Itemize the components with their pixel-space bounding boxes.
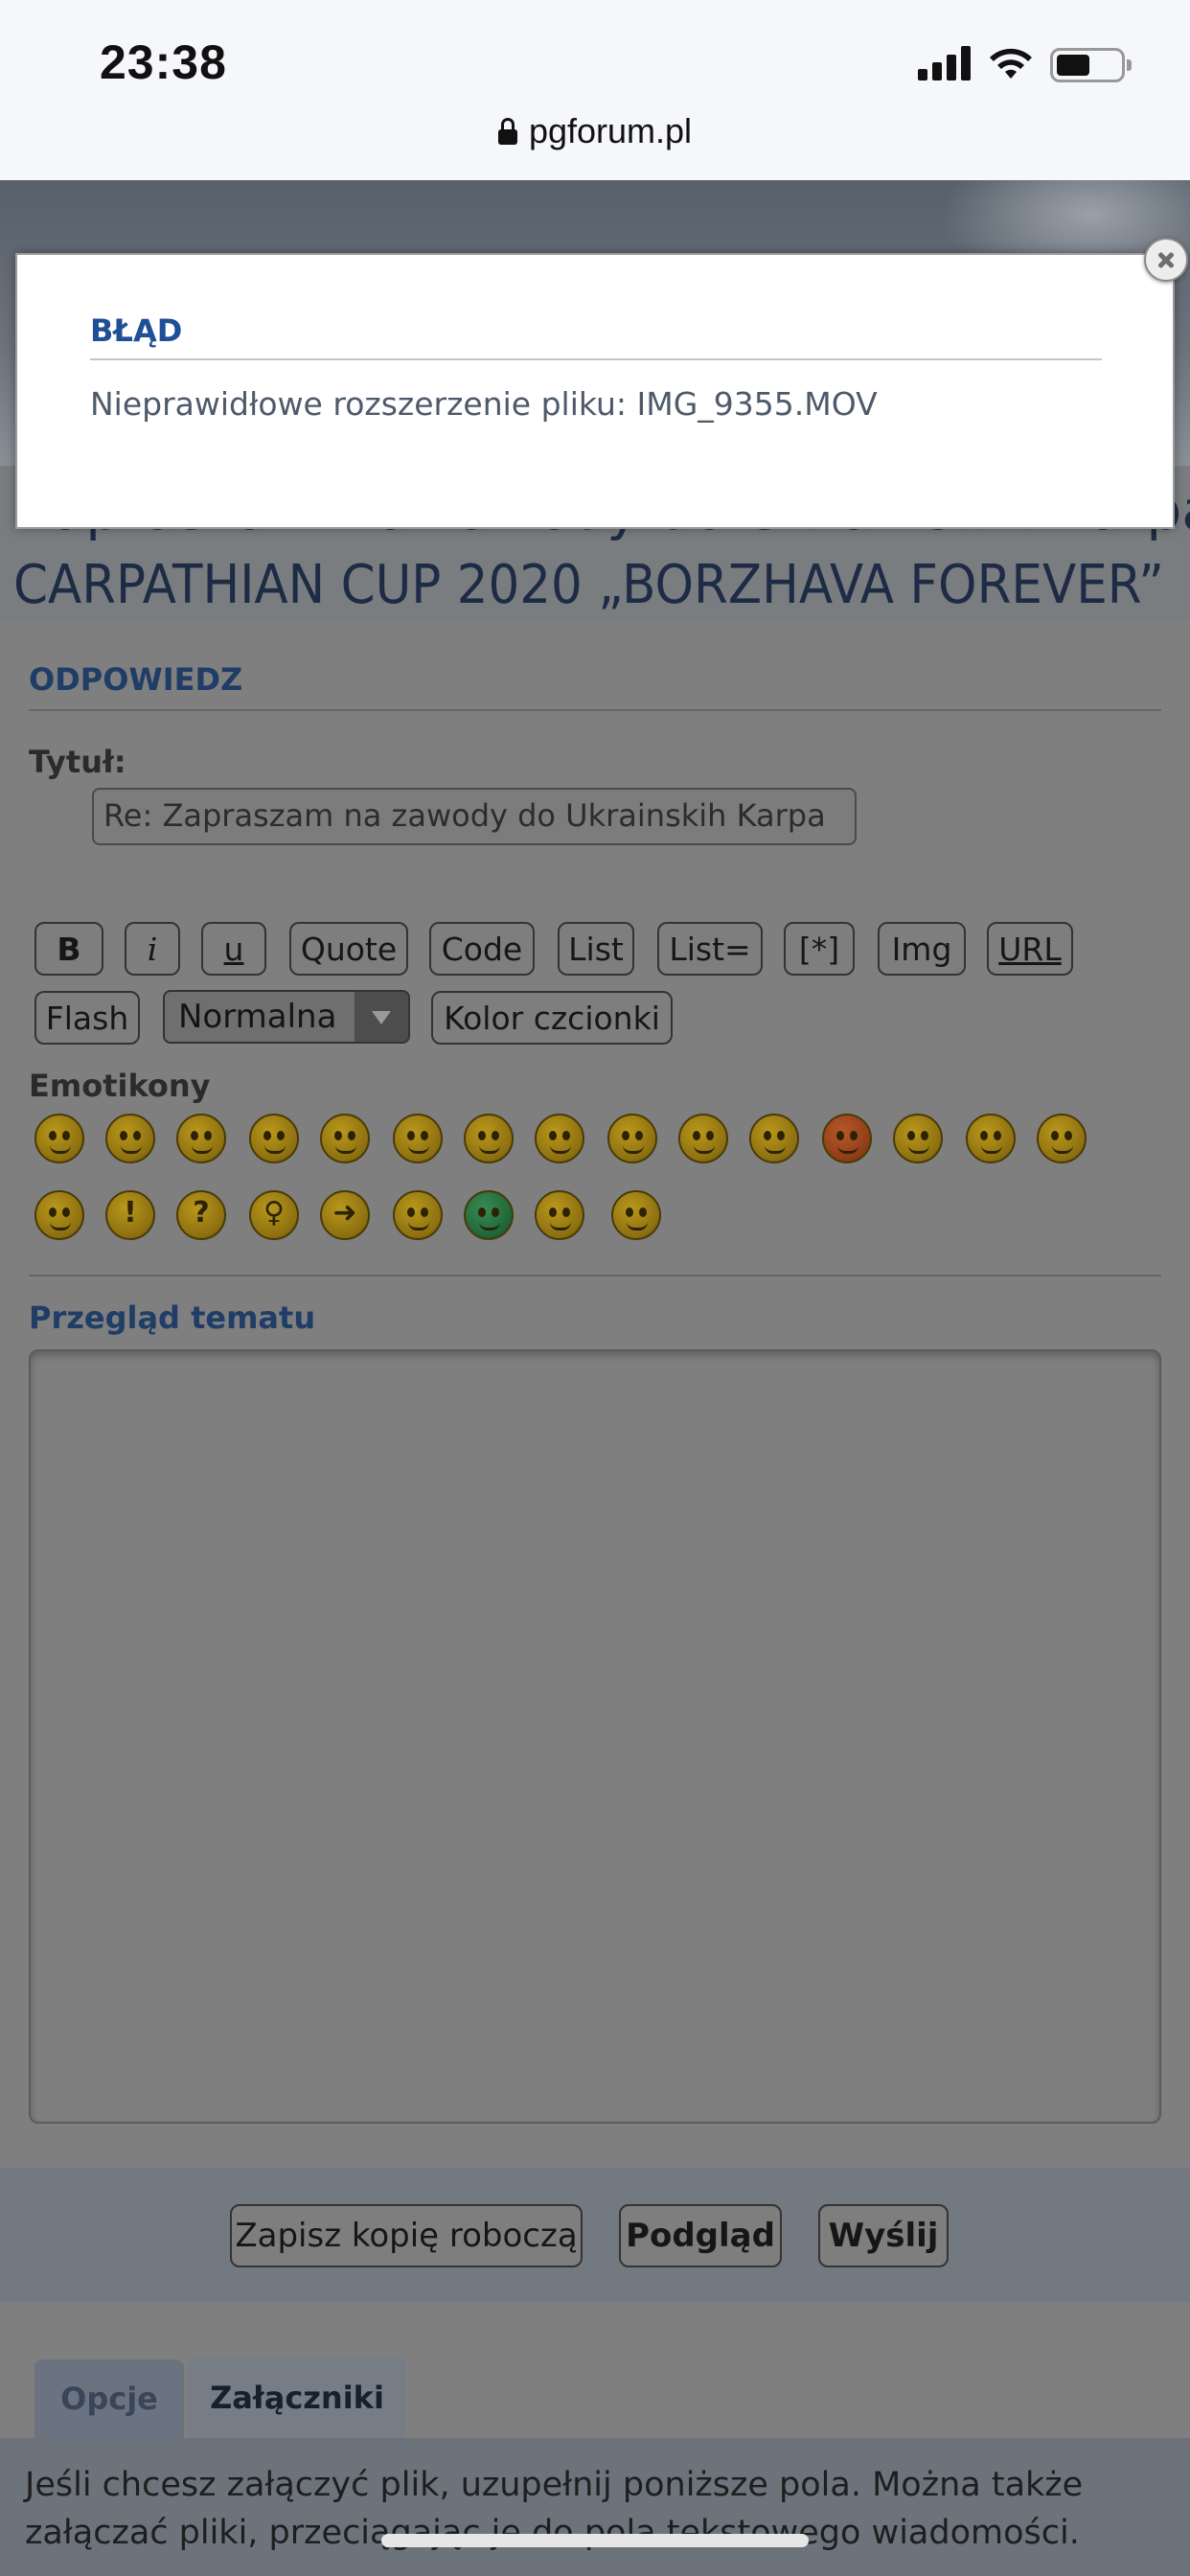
img-button[interactable]: Img bbox=[878, 922, 966, 976]
divider bbox=[29, 1275, 1161, 1276]
emoticon-shocked-icon[interactable] bbox=[393, 1114, 443, 1163]
url-text: pgforum.pl bbox=[528, 111, 693, 150]
emoticon-crying-icon[interactable] bbox=[893, 1114, 943, 1163]
font-color-button[interactable]: Kolor czcionki bbox=[431, 991, 673, 1045]
emoticon-idea-icon[interactable]: ♀ bbox=[249, 1190, 299, 1240]
bold-button[interactable]: B bbox=[34, 922, 103, 976]
quote-button[interactable]: Quote bbox=[289, 922, 408, 976]
error-message: Nieprawidłowe rozszerzenie pliku: IMG_93… bbox=[90, 385, 878, 423]
emoticon-surprised-icon[interactable] bbox=[320, 1114, 370, 1163]
attachments-panel: Jeśli chcesz załączyć plik, uzupełnij po… bbox=[0, 2438, 1190, 2576]
emoticon-laughing-icon[interactable] bbox=[607, 1114, 657, 1163]
underline-label: u bbox=[223, 930, 244, 968]
divider bbox=[90, 358, 1102, 360]
error-title: BŁĄD bbox=[90, 312, 183, 349]
emoticon-green-grin-icon[interactable] bbox=[464, 1190, 514, 1240]
emoticon-neutral-icon[interactable] bbox=[393, 1190, 443, 1240]
wifi-icon bbox=[990, 48, 1032, 79]
submit-bar: Zapisz kopię roboczą Podgląd Wyślij bbox=[0, 2168, 1190, 2302]
clock: 23:38 bbox=[100, 35, 227, 89]
submit-button[interactable]: Wyślij bbox=[818, 2204, 949, 2267]
emoticon-question-icon[interactable]: ? bbox=[176, 1190, 226, 1240]
emoticon-evil-icon[interactable] bbox=[966, 1114, 1016, 1163]
list-button[interactable]: List bbox=[558, 922, 634, 976]
address-bar[interactable]: pgforum.pl bbox=[0, 111, 1190, 151]
emoticon-smile-icon[interactable] bbox=[105, 1114, 155, 1163]
error-dialog: BŁĄD Nieprawidłowe rozszerzenie pliku: I… bbox=[15, 253, 1175, 529]
signal-icon bbox=[918, 46, 972, 80]
home-indicator[interactable] bbox=[381, 2534, 809, 2547]
list-item-button[interactable]: [*] bbox=[784, 922, 855, 976]
preview-button[interactable]: Podgląd bbox=[619, 2204, 782, 2267]
code-button[interactable]: Code bbox=[429, 922, 535, 976]
emoticon-very-happy-icon[interactable] bbox=[34, 1114, 84, 1163]
emoticon-razz-icon[interactable] bbox=[749, 1114, 799, 1163]
chevron-down-icon bbox=[355, 992, 408, 1042]
emoticon-wink-icon[interactable] bbox=[176, 1114, 226, 1163]
emoticon-rolling-eyes-icon[interactable] bbox=[34, 1190, 84, 1240]
divider bbox=[29, 709, 1161, 711]
status-bar: 23:38 pgforum.pl bbox=[0, 0, 1190, 180]
close-icon[interactable] bbox=[1144, 238, 1188, 282]
message-textarea[interactable] bbox=[29, 1349, 1161, 2124]
flash-button[interactable]: Flash bbox=[34, 991, 140, 1045]
emoticon-cool-icon[interactable] bbox=[535, 1114, 584, 1163]
lock-icon bbox=[497, 118, 517, 145]
reply-panel: ODPOWIEDZ Tytuł: Re: Zapraszam na zawody… bbox=[0, 621, 1190, 2154]
emoticon-geek-icon[interactable] bbox=[535, 1190, 584, 1240]
emoticon-arrow-icon[interactable]: ➜ bbox=[320, 1190, 370, 1240]
url-label: URL bbox=[998, 930, 1062, 968]
emoticon-sad-icon[interactable] bbox=[249, 1114, 299, 1163]
emoticon-twisted-evil-icon[interactable] bbox=[1037, 1114, 1087, 1163]
tab-attachments[interactable]: Załączniki bbox=[188, 2358, 406, 2438]
emoticon-mad-icon[interactable] bbox=[678, 1114, 728, 1163]
emoticon-confused-icon[interactable] bbox=[464, 1114, 514, 1163]
url-button[interactable]: URL bbox=[987, 922, 1073, 976]
battery-icon bbox=[1050, 48, 1132, 82]
save-draft-button[interactable]: Zapisz kopię roboczą bbox=[230, 2204, 583, 2267]
topic-review-heading: Przegląd tematu bbox=[29, 1300, 316, 1336]
emoticons-label: Emotikony bbox=[29, 1068, 211, 1104]
subject-label: Tytuł: bbox=[29, 744, 126, 780]
emoticon-embarrassed-icon[interactable] bbox=[822, 1114, 872, 1163]
ordered-list-button[interactable]: List= bbox=[657, 922, 763, 976]
font-size-select[interactable]: Normalna bbox=[163, 990, 410, 1044]
topic-title-line2: CARPATHIAN CUP 2020 „BORZHAVA FOREVER” bbox=[13, 554, 1164, 616]
tab-options[interactable]: Opcje bbox=[34, 2359, 184, 2438]
emoticon-ugeek-icon[interactable] bbox=[611, 1190, 661, 1240]
font-size-value: Normalna bbox=[178, 998, 337, 1036]
underline-button[interactable]: u bbox=[201, 922, 266, 976]
emoticon-exclamation-icon[interactable]: ! bbox=[105, 1190, 155, 1240]
reply-heading: ODPOWIEDZ bbox=[29, 661, 243, 698]
italic-button[interactable]: i bbox=[125, 922, 180, 976]
subject-input[interactable]: Re: Zapraszam na zawody do Ukrainskih Ka… bbox=[92, 788, 857, 845]
